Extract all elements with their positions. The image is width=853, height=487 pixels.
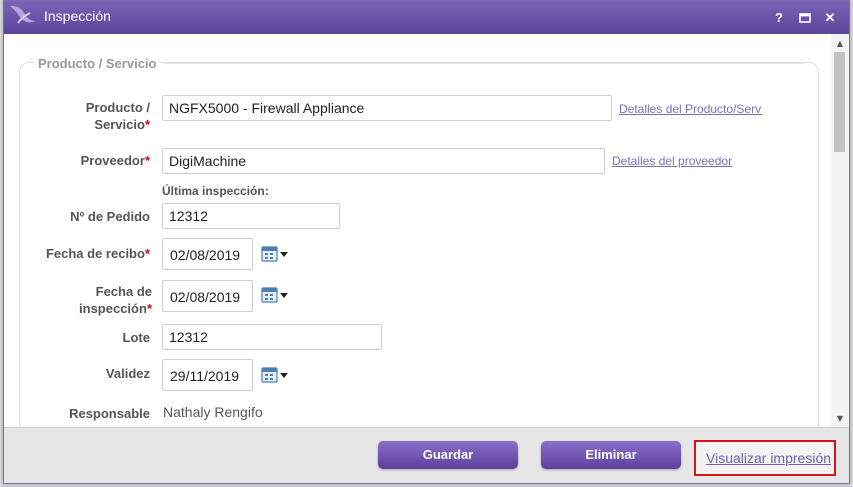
receipt-date-label: Fecha de recibo* [24, 245, 150, 262]
print-preview-link[interactable]: Visualizar impresión [706, 450, 831, 466]
lot-input[interactable]: 12312 [162, 324, 382, 350]
inspection-date-input[interactable]: 02/08/2019 [162, 280, 253, 312]
product-details-link[interactable]: Detalles del Producto/Servi [619, 102, 762, 116]
app-logo-icon [10, 5, 36, 24]
inspection-date-label-line2: inspección [79, 301, 147, 316]
responsible-value: Nathaly Rengifo [163, 404, 263, 420]
legend-divider [164, 63, 804, 64]
receipt-date-input[interactable]: 02/08/2019 [162, 238, 253, 270]
inspection-date-label: Fecha de inspección* [44, 283, 152, 317]
product-input[interactable]: NGFX5000 - Firewall Appliance [162, 95, 612, 121]
dialog-title: Inspección [44, 8, 111, 24]
receipt-date-label-text: Fecha de recibo [45, 246, 145, 261]
calendar-dropdown-icon[interactable] [261, 366, 289, 384]
vertical-scrollbar[interactable]: ▲ ▼ [831, 34, 849, 427]
inspection-date-label-line1: Fecha de [95, 284, 152, 299]
delete-button[interactable]: Eliminar [541, 441, 681, 469]
responsible-label: Responsable [69, 406, 150, 421]
required-mark: * [146, 301, 152, 316]
order-number-label: Nº de Pedido [70, 209, 150, 224]
product-label-line2: Servicio [94, 117, 145, 132]
save-button[interactable]: Guardar [378, 441, 518, 469]
required-mark: * [144, 153, 150, 168]
scroll-down-icon[interactable]: ▼ [835, 414, 845, 424]
supplier-label-text: Proveedor [80, 153, 145, 168]
section-legend: Producto / Servicio [34, 56, 161, 71]
dialog-footer: Guardar Eliminar Visualizar impresión [4, 427, 849, 483]
scrollbar-thumb[interactable] [834, 52, 845, 152]
dialog-content: Producto / Servicio Producto / Servicio*… [4, 34, 831, 427]
help-button[interactable]: ? [771, 10, 787, 26]
print-preview-highlight: Visualizar impresión [694, 440, 836, 476]
close-button[interactable]: ✕ [822, 10, 838, 26]
dialog-titlebar: Inspección ? ✕ [4, 1, 849, 34]
validity-label: Validez [105, 366, 150, 381]
lot-label: Lote [122, 330, 150, 345]
required-mark: * [144, 246, 150, 261]
required-mark: * [144, 117, 150, 132]
calendar-dropdown-icon[interactable] [261, 286, 289, 304]
order-number-input[interactable]: 12312 [162, 203, 340, 229]
maximize-button[interactable] [797, 10, 813, 26]
scroll-up-icon[interactable]: ▲ [835, 39, 845, 49]
supplier-input[interactable]: DigiMachine [162, 148, 605, 174]
product-label-line1: Producto / [85, 100, 150, 115]
supplier-details-link[interactable]: Detalles del proveedor [612, 154, 732, 168]
supplier-label: Proveedor* [44, 152, 150, 169]
product-label: Producto / Servicio* [64, 99, 150, 133]
inspection-dialog: Inspección ? ✕ Producto / Servicio Produ… [3, 0, 850, 484]
validity-date-input[interactable]: 29/11/2019 [162, 359, 253, 391]
last-inspection-label: Última inspección: [162, 184, 269, 198]
maximize-icon [799, 13, 811, 23]
calendar-dropdown-icon[interactable] [261, 245, 289, 263]
